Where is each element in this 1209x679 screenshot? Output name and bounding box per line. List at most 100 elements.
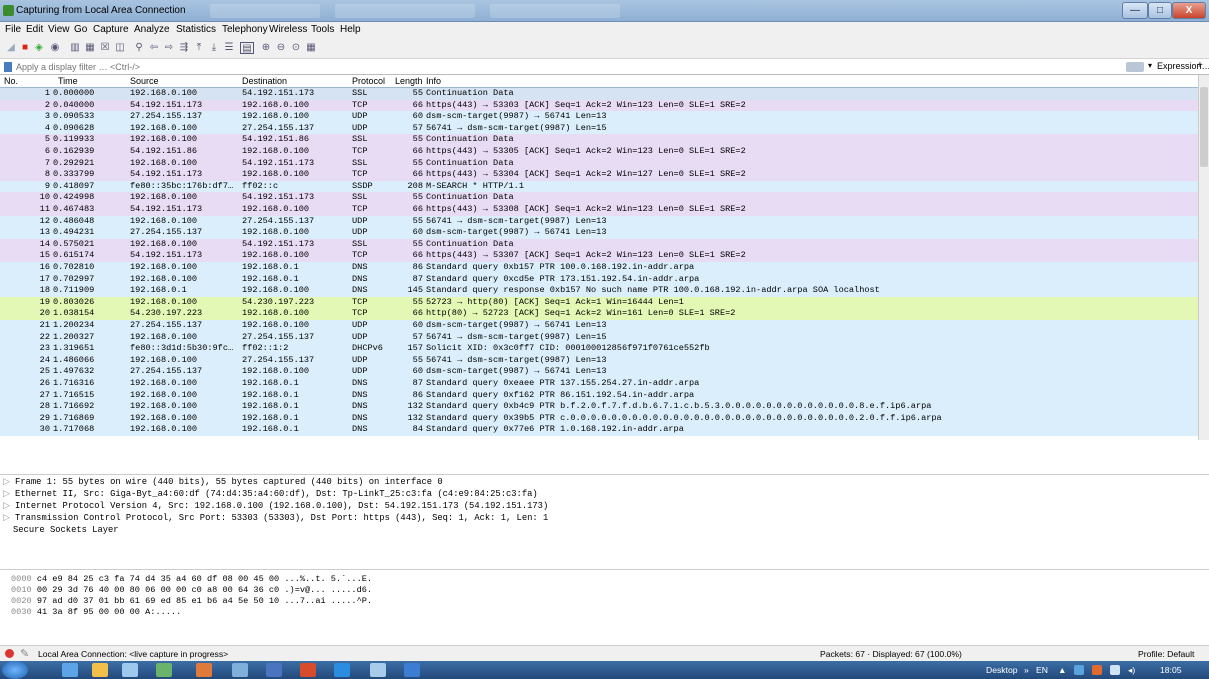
bytes-line[interactable]: 0020 97 ad d0 37 01 bb 61 69 ed 85 e1 b6… — [11, 596, 372, 606]
column-length[interactable]: Length — [395, 76, 423, 86]
chrome-icon[interactable] — [300, 663, 316, 677]
menu-help[interactable]: Help — [340, 24, 361, 35]
start-button[interactable] — [2, 661, 28, 679]
capture-options-icon[interactable]: ◉ — [49, 42, 61, 54]
packet-row[interactable]: 26 1.716316 192.168.0.100 192.168.0.1 DNS 87 S… — [0, 378, 1198, 390]
autoscroll-icon[interactable]: ☰ — [223, 42, 235, 54]
menu-analyze[interactable]: Analyze — [134, 24, 170, 35]
menu-wireless[interactable]: Wireless — [269, 24, 307, 35]
resize-columns-icon[interactable]: ▦ — [305, 42, 317, 54]
menu-statistics[interactable]: Statistics — [176, 24, 216, 35]
packet-row[interactable]: 28 1.716692 192.168.0.100 192.168.0.1 DNS 132… — [0, 401, 1198, 413]
packet-row[interactable]: 20 1.038154 54.230.197.223 192.168.0.100 TCP… — [0, 308, 1198, 320]
language-indicator[interactable]: EN — [1036, 665, 1048, 675]
maximize-button[interactable]: □ — [1148, 2, 1172, 19]
packet-row[interactable]: 2 0.040000 54.192.151.173 192.168.0.100 TCP 6… — [0, 99, 1198, 112]
stop-capture-icon[interactable]: ■ — [19, 42, 31, 54]
taskbar-app-4-icon[interactable] — [156, 663, 172, 677]
bytes-line[interactable]: 0030 41 3a 8f 95 00 00 00 A:..... — [11, 607, 181, 617]
detail-ssl[interactable]: Secure Sockets Layer — [13, 525, 119, 535]
colorize-icon[interactable]: ▤ — [240, 42, 254, 54]
tray-app-icon[interactable] — [1092, 665, 1102, 675]
last-packet-icon[interactable]: ⤓ — [208, 42, 220, 54]
zoom-normal-icon[interactable]: ⊙ — [290, 42, 302, 54]
packet-row[interactable]: 6 0.162939 54.192.151.86 192.168.0.100 TCP 66… — [0, 146, 1198, 158]
bytes-line[interactable]: 0010 00 29 3d 76 40 00 80 06 00 00 c0 a8… — [11, 585, 372, 595]
display-filter-input[interactable] — [16, 60, 1116, 73]
packet-row[interactable]: 24 1.486066 192.168.0.100 27.254.155.137 UDP… — [0, 354, 1198, 367]
packet-row[interactable]: 8 0.333799 54.192.151.173 192.168.0.100 TCP 6… — [0, 169, 1198, 181]
column-destination[interactable]: Destination — [242, 76, 287, 86]
menu-edit[interactable]: Edit — [26, 24, 43, 35]
expand-arrow-icon[interactable]: ▷ — [3, 501, 15, 511]
close-button[interactable]: X — [1172, 2, 1206, 19]
packet-row[interactable]: 30 1.717068 192.168.0.100 192.168.0.1 DNS 84 S… — [0, 424, 1198, 436]
show-hidden-icons-icon[interactable]: ▲ — [1058, 665, 1067, 675]
packet-row[interactable]: 14 0.575021 192.168.0.100 54.192.151.173 SSL… — [0, 238, 1198, 251]
taskbar-app-7-icon[interactable] — [266, 663, 282, 677]
zoom-out-icon[interactable]: ⊖ — [275, 42, 287, 54]
apply-filter-icon[interactable] — [1126, 62, 1144, 72]
close-file-icon[interactable]: ☒ — [99, 42, 111, 54]
packet-row[interactable]: 15 0.615174 54.192.151.173 192.168.0.100 TCP… — [0, 250, 1198, 262]
packet-row[interactable]: 3 0.090533 27.254.155.137 192.168.0.100 UDP 6… — [0, 111, 1198, 123]
add-filter-button[interactable]: + — [1197, 60, 1203, 71]
packet-row[interactable]: 7 0.292921 192.168.0.100 54.192.151.173 SSL 5… — [0, 157, 1198, 170]
taskbar-app-6-icon[interactable] — [232, 663, 248, 677]
tray-network-icon[interactable] — [1074, 665, 1084, 675]
detail-tcp[interactable]: ▷ Transmission Control Protocol, Src Por… — [3, 513, 548, 523]
go-forward-icon[interactable]: ⇨ — [163, 42, 175, 54]
detail-ipv4[interactable]: ▷ Internet Protocol Version 4, Src: 192.… — [3, 501, 548, 511]
find-packet-icon[interactable]: ⚲ — [133, 42, 145, 54]
zoom-in-icon[interactable]: ⊕ — [260, 42, 272, 54]
menu-capture[interactable]: Capture — [93, 24, 129, 35]
scrollbar-thumb[interactable] — [1200, 87, 1208, 167]
packet-row[interactable]: 21 1.200234 27.254.155.137 192.168.0.100 UDP… — [0, 320, 1198, 332]
reload-icon[interactable]: ◫ — [114, 42, 126, 54]
profile-status[interactable]: Profile: Default — [1138, 649, 1194, 659]
volume-icon[interactable]: ◂) — [1128, 665, 1135, 676]
ie-icon[interactable] — [62, 663, 78, 677]
packet-row[interactable]: 17 0.702997 192.168.0.100 192.168.0.1 DNS 87 S… — [0, 273, 1198, 286]
menu-file[interactable]: File — [5, 24, 21, 35]
capture-status-icon[interactable] — [5, 649, 14, 658]
minimize-button[interactable]: — — [1122, 2, 1148, 19]
filter-dropdown-icon[interactable]: ▾ — [1148, 61, 1152, 70]
packet-row[interactable]: 10 0.424998 192.168.0.100 54.192.151.173 SSL… — [0, 192, 1198, 204]
taskbar-app-3-icon[interactable] — [122, 663, 138, 677]
packet-row[interactable]: 5 0.119933 192.168.0.100 54.192.151.86 SSL 55… — [0, 134, 1198, 146]
column-no[interactable]: No. — [4, 76, 18, 86]
packet-row[interactable]: 23 1.319651 fe80::3d1d:5b30:9fc… ff02::1:2 D… — [0, 343, 1198, 355]
bytes-line[interactable]: 0000 c4 e9 84 25 c3 fa 74 d4 35 a4 60 df… — [11, 574, 372, 584]
tray-monitor-icon[interactable] — [1110, 665, 1120, 675]
packet-row[interactable]: 19 0.803026 192.168.0.100 54.230.197.223 TCP… — [0, 296, 1198, 309]
chevron-right-icon[interactable]: » — [1024, 665, 1029, 675]
start-capture-icon[interactable]: ◢ — [5, 42, 17, 54]
open-file-icon[interactable]: ▥ — [69, 42, 81, 54]
expand-arrow-icon[interactable]: ▷ — [3, 477, 15, 487]
taskbar-app-5-icon[interactable] — [196, 663, 212, 677]
edit-comment-icon[interactable]: ✎ — [20, 647, 29, 660]
explorer-icon[interactable] — [92, 663, 108, 677]
packet-row[interactable]: 4 0.090628 192.168.0.100 27.254.155.137 UDP 5… — [0, 122, 1198, 135]
packet-row[interactable]: 27 1.716515 192.168.0.100 192.168.0.1 DNS 86 S… — [0, 389, 1198, 402]
taskbar-app-10-icon[interactable] — [370, 663, 386, 677]
packet-row[interactable]: 16 0.702810 192.168.0.100 192.168.0.1 DNS 86 S… — [0, 262, 1198, 274]
column-protocol[interactable]: Protocol — [352, 76, 385, 86]
menu-view[interactable]: View — [48, 24, 70, 35]
detail-ethernet[interactable]: ▷ Ethernet II, Src: Giga-Byt_a4:60:df (7… — [3, 489, 538, 499]
packet-row[interactable]: 18 0.711909 192.168.0.1 192.168.0.100 DNS 145… — [0, 285, 1198, 297]
skype-icon[interactable] — [334, 663, 350, 677]
packet-row[interactable]: 22 1.200327 192.168.0.100 27.254.155.137 UDP… — [0, 331, 1198, 344]
go-back-icon[interactable]: ⇦ — [148, 42, 160, 54]
packet-row[interactable]: 13 0.494231 27.254.155.137 192.168.0.100 UDP… — [0, 227, 1198, 239]
go-to-packet-icon[interactable]: ⇶ — [178, 42, 190, 54]
packet-row[interactable]: 29 1.716869 192.168.0.100 192.168.0.1 DNS 132… — [0, 412, 1198, 425]
menu-telephony[interactable]: Telephony — [222, 24, 268, 35]
packet-row[interactable]: 11 0.467483 54.192.151.173 192.168.0.100 TCP… — [0, 204, 1198, 216]
first-packet-icon[interactable]: ⤒ — [193, 42, 205, 54]
packet-row[interactable]: 1 0.000000 192.168.0.100 54.192.151.173 SSL 5… — [0, 87, 1198, 101]
expand-arrow-icon[interactable]: ▷ — [3, 513, 15, 523]
packet-list-scrollbar[interactable] — [1198, 75, 1209, 440]
packet-row[interactable]: 9 0.418097 fe80::35bc:176b:df7… ff02::c SSDP… — [0, 180, 1198, 193]
